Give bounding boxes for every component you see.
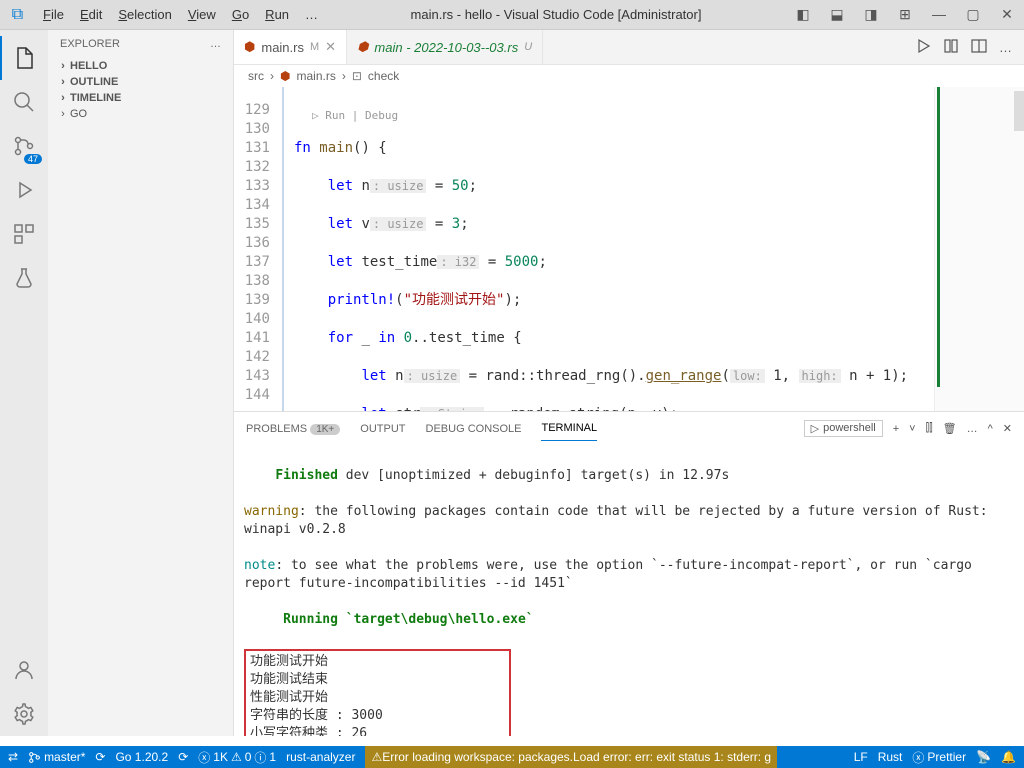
activity-testing-icon[interactable]	[0, 256, 48, 300]
minimap-slider[interactable]	[1014, 91, 1024, 131]
status-sync-icon[interactable]: ⟳	[95, 750, 105, 764]
maximize-button[interactable]: ▢	[956, 6, 990, 23]
split-editor-icon[interactable]	[971, 38, 987, 57]
sidebar-item-timeline[interactable]: ›TIMELINE	[48, 90, 233, 106]
window-title: main.rs - hello - Visual Studio Code [Ad…	[326, 7, 786, 22]
layout-controls: ◧ ⬓ ◨ ⊞ — ▢ ✕	[786, 6, 1024, 23]
menu-view[interactable]: View	[180, 7, 224, 22]
new-terminal-icon[interactable]: +	[893, 423, 899, 435]
rust-file-icon: ⬢	[357, 39, 368, 55]
tab-dirty-badge: M	[310, 41, 319, 53]
run-file-icon[interactable]	[915, 38, 931, 57]
sidebar-item-outline[interactable]: ›OUTLINE	[48, 74, 233, 90]
editor-tabs: ⬢ main.rs M ✕ ⬢ main - 2022-10-03--03.rs…	[234, 30, 1024, 65]
panel-tabs: PROBLEMS 1K+ OUTPUT DEBUG CONSOLE TERMIN…	[234, 412, 1024, 445]
panel-tab-output[interactable]: OUTPUT	[360, 417, 405, 441]
terminal-output[interactable]: Finished dev [unoptimized + debuginfo] t…	[234, 445, 1024, 736]
minimap[interactable]	[934, 87, 1024, 411]
breadcrumb[interactable]: src› ⬢ main.rs› ⊡ check	[234, 65, 1024, 87]
minimize-button[interactable]: —	[922, 6, 956, 23]
rust-file-icon: ⬢	[280, 69, 290, 83]
menu-go[interactable]: Go	[224, 7, 257, 22]
status-bar: ⇄ master* ⟳ Go 1.20.2 ⟳ ⓧ 1K ⚠ 0 ⓘ 1 rus…	[0, 746, 1024, 768]
menu-run[interactable]: Run	[257, 7, 297, 22]
status-bell-icon[interactable]: 🔔	[1001, 750, 1016, 764]
tab-untracked-badge: U	[524, 41, 532, 53]
editor-more-icon[interactable]: …	[999, 40, 1012, 55]
status-language[interactable]: Rust	[878, 750, 903, 764]
app-icon: ⧉	[0, 6, 35, 24]
activity-search-icon[interactable]	[0, 80, 48, 124]
sidebar-item-go[interactable]: ›GO	[48, 106, 233, 122]
split-terminal-icon[interactable]: ⫿⫿	[926, 422, 933, 435]
trash-icon[interactable]: 🗑	[943, 422, 957, 435]
diff-icon[interactable]	[943, 38, 959, 57]
rust-file-icon: ⬢	[244, 39, 255, 55]
panel-tab-debug[interactable]: DEBUG CONSOLE	[426, 417, 522, 441]
status-branch[interactable]: master*	[28, 750, 85, 764]
close-panel-icon[interactable]: ✕	[1003, 422, 1012, 435]
panel-tab-problems[interactable]: PROBLEMS 1K+	[246, 417, 340, 441]
tab-main-rs[interactable]: ⬢ main.rs M ✕	[234, 30, 347, 64]
code-editor[interactable]: 129130131132 133134135136 137138139140 1…	[234, 87, 934, 411]
title-bar: ⧉ FFileile Edit Selection View Go Run … …	[0, 0, 1024, 30]
explorer-sidebar: EXPLORER… ›HELLO ›OUTLINE ›TIMELINE ›GO	[48, 30, 234, 736]
layout-grid-icon[interactable]: ⊞	[888, 6, 922, 23]
line-gutter: 129130131132 133134135136 137138139140 1…	[234, 87, 284, 411]
activity-explorer-icon[interactable]	[0, 36, 48, 80]
status-error-message[interactable]: ⚠ Error loading workspace: packages.Load…	[365, 746, 777, 768]
activity-scm-icon[interactable]: 47	[0, 124, 48, 168]
symbol-icon: ⊡	[352, 69, 362, 83]
status-prettier[interactable]: ⓧ Prettier	[912, 749, 966, 766]
activity-account-icon[interactable]	[0, 648, 48, 692]
status-go[interactable]: Go 1.20.2	[115, 750, 168, 764]
code-text[interactable]: ▷ Run | Debug fn main() { let n: usize =…	[284, 87, 934, 411]
status-eol[interactable]: LF	[854, 750, 868, 764]
menu-file[interactable]: FFileile	[35, 7, 72, 22]
close-button[interactable]: ✕	[990, 6, 1024, 23]
menu-more[interactable]: …	[297, 7, 326, 22]
sidebar-more-icon[interactable]: …	[210, 38, 221, 50]
menu-selection[interactable]: Selection	[110, 7, 179, 22]
explorer-header: EXPLORER…	[48, 30, 233, 58]
panel-tab-terminal[interactable]: TERMINAL	[541, 416, 597, 441]
menu-edit[interactable]: Edit	[72, 7, 110, 22]
panel-more-icon[interactable]: …	[967, 423, 978, 435]
terminal-shell-selector[interactable]: ▷powershell	[804, 420, 883, 437]
panel-bottom-icon[interactable]: ⬓	[820, 6, 854, 23]
editor-actions: …	[915, 30, 1024, 64]
terminal-dropdown-icon[interactable]: ˅	[909, 423, 915, 435]
terminal-highlighted-output: 功能测试开始 功能测试结束 性能测试开始 字符串的长度 : 3000 小写字符种…	[244, 649, 511, 736]
bottom-panel: PROBLEMS 1K+ OUTPUT DEBUG CONSOLE TERMIN…	[234, 411, 1024, 736]
close-tab-icon[interactable]: ✕	[325, 39, 336, 55]
activity-extensions-icon[interactable]	[0, 212, 48, 256]
status-rust-analyzer[interactable]: rust-analyzer	[286, 750, 355, 764]
status-feedback-icon[interactable]: 📡	[976, 750, 991, 764]
editor-area: ⬢ main.rs M ✕ ⬢ main - 2022-10-03--03.rs…	[234, 30, 1024, 736]
status-errors[interactable]: ⓧ 1K ⚠ 0 ⓘ 1	[198, 749, 276, 766]
sidebar-item-hello[interactable]: ›HELLO	[48, 58, 233, 74]
scm-badge: 47	[24, 154, 42, 164]
status-remote-icon[interactable]: ⇄	[8, 750, 18, 764]
activity-bar: 47	[0, 30, 48, 736]
tab-diff[interactable]: ⬢ main - 2022-10-03--03.rs U	[347, 30, 543, 64]
maximize-panel-icon[interactable]: ^	[988, 423, 993, 435]
status-go-refresh-icon[interactable]: ⟳	[178, 750, 188, 764]
activity-debug-icon[interactable]	[0, 168, 48, 212]
panel-left-icon[interactable]: ◧	[786, 6, 820, 23]
panel-right-icon[interactable]: ◨	[854, 6, 888, 23]
activity-settings-icon[interactable]	[0, 692, 48, 736]
